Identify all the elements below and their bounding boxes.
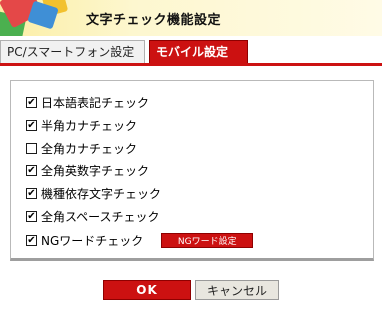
check-item-halfwidth-kana: ✔ 半角カナチェック (26, 116, 137, 134)
tab-pc-smartphone[interactable]: PC/スマートフォン設定 (0, 40, 145, 64)
device-dependent-checkbox[interactable]: ✔ (26, 187, 37, 199)
check-item-ng-word: ✔ NGワードチェック NGワード設定 (26, 231, 254, 249)
check-item-fullwidth-kana: 全角カナチェック (26, 139, 137, 157)
check-item-fullwidth-space: ✔ 全角スペースチェック (26, 207, 160, 225)
device-dependent-label: 機種依存文字チェック (41, 186, 162, 201)
fullwidth-kana-label: 全角カナチェック (41, 141, 138, 156)
tab-mobile[interactable]: モバイル設定 (149, 40, 248, 64)
check-item-fullwidth-alnum: ✔ 全角英数字チェック (26, 161, 149, 179)
check-item-device-dependent: ✔ 機種依存文字チェック (26, 184, 161, 202)
tab-underline (0, 63, 382, 66)
window-title: 文字チェック機能設定 (86, 13, 222, 28)
japanese-notation-checkbox[interactable]: ✔ (26, 96, 37, 108)
fullwidth-alnum-checkbox[interactable]: ✔ (26, 164, 37, 176)
japanese-notation-label: 日本語表記チェック (41, 95, 150, 110)
fullwidth-space-checkbox[interactable]: ✔ (26, 210, 37, 222)
cancel-button[interactable]: キャンセル (195, 280, 279, 300)
ng-word-checkbox[interactable]: ✔ (26, 234, 37, 246)
app-logo-icon (0, 0, 80, 36)
fullwidth-space-label: 全角スペースチェック (41, 209, 160, 224)
ok-button[interactable]: OK (103, 280, 191, 300)
fullwidth-alnum-label: 全角英数字チェック (41, 163, 150, 178)
halfwidth-kana-checkbox[interactable]: ✔ (26, 119, 37, 131)
ng-word-label: NGワードチェック (41, 233, 144, 248)
check-item-japanese-notation: ✔ 日本語表記チェック (26, 93, 149, 111)
ng-word-settings-button[interactable]: NGワード設定 (161, 232, 254, 248)
fullwidth-kana-checkbox[interactable] (26, 142, 37, 154)
title-bar: 文字チェック機能設定 (0, 0, 382, 36)
halfwidth-kana-label: 半角カナチェック (41, 118, 138, 133)
settings-panel: ✔ 日本語表記チェック ✔ 半角カナチェック 全角カナチェック ✔ 全角英数字チ… (10, 80, 374, 261)
